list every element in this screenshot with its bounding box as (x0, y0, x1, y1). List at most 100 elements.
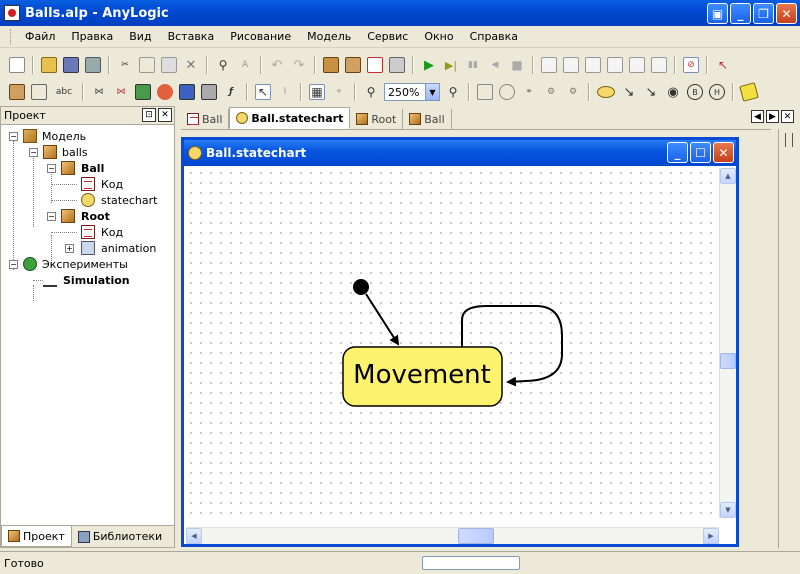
initial-pointer-icon[interactable]: ↘ (643, 84, 659, 100)
anylogic-app-icon[interactable] (4, 5, 20, 21)
tab-ball-2[interactable]: Ball (403, 109, 452, 129)
tab-project[interactable]: Проект (1, 526, 72, 547)
tab-close-icon[interactable]: ✕ (781, 110, 794, 123)
run-icon[interactable]: ▶ (421, 57, 437, 73)
editor-maximize-button[interactable]: ☐ (690, 142, 711, 163)
menu-grip[interactable] (10, 28, 13, 45)
branch-b-icon[interactable]: B (687, 84, 703, 100)
abc-text-icon[interactable]: abc (53, 84, 75, 100)
redo-icon[interactable]: ↷ (291, 57, 307, 73)
new-file-icon[interactable] (9, 57, 25, 73)
collapse-icon[interactable]: − (47, 163, 56, 173)
state-tool-icon[interactable] (477, 84, 493, 100)
chevron-down-icon[interactable]: ▼ (425, 84, 439, 100)
collapse-icon[interactable]: − (47, 211, 56, 221)
maximize-button[interactable]: ❐ (753, 3, 774, 24)
find-icon[interactable]: ⚲ (215, 57, 231, 73)
tree-item-model[interactable]: − Модель (1, 128, 171, 144)
history-tool-icon[interactable]: ⚙ (543, 84, 559, 100)
image-icon[interactable] (135, 84, 151, 100)
menu-file[interactable]: Файл (17, 28, 63, 45)
zoom-select[interactable]: 250% ▼ (384, 83, 440, 101)
cut-icon[interactable]: ✂ (117, 57, 133, 73)
help-window-button[interactable]: ▣ (707, 3, 728, 24)
scroll-right-icon[interactable]: ▶ (703, 528, 719, 544)
build-icon[interactable] (323, 57, 339, 73)
note-icon[interactable] (739, 82, 759, 102)
layers-icon[interactable] (345, 57, 361, 73)
presentation-icon[interactable] (367, 57, 383, 73)
statechart-canvas[interactable]: Movement (186, 168, 719, 518)
stop-icon[interactable]: ■ (509, 57, 525, 73)
chart-icon[interactable] (157, 84, 173, 100)
save-icon[interactable] (63, 57, 79, 73)
initial-state-dot[interactable] (353, 279, 369, 295)
document-icon-1[interactable] (541, 57, 557, 73)
tree-item-ball-statechart[interactable]: statechart (1, 192, 171, 208)
scroll-up-icon[interactable]: ▲ (720, 168, 736, 184)
tab-libraries[interactable]: Библиотеки (72, 526, 168, 547)
menu-window[interactable]: Окно (416, 28, 461, 45)
tree-item-simulation[interactable]: Simulation (1, 272, 171, 288)
tree-item-root-code[interactable]: Код (1, 224, 171, 240)
table-icon[interactable] (179, 84, 195, 100)
transition-icon[interactable]: ↘ (621, 84, 637, 100)
collapse-icon[interactable]: − (9, 259, 18, 269)
circle-tool-icon[interactable] (499, 84, 515, 100)
menu-help[interactable]: Справка (462, 28, 526, 45)
menu-insert[interactable]: Вставка (160, 28, 223, 45)
menu-draw[interactable]: Рисование (222, 28, 299, 45)
composite-tool-icon[interactable]: ⚙ (565, 84, 581, 100)
tab-ball-statechart[interactable]: Ball.statechart (229, 107, 351, 129)
editor-minimize-button[interactable]: _ (667, 142, 688, 163)
open-folder-icon[interactable] (41, 57, 57, 73)
snap-icon[interactable]: ⌖ (331, 84, 347, 100)
document-icon-6[interactable] (651, 57, 667, 73)
initial-transition-arrow[interactable] (365, 293, 400, 346)
tab-ball[interactable]: Ball (181, 109, 230, 129)
tab-prev-icon[interactable]: ◀ (751, 110, 764, 123)
history-h-icon[interactable]: H (709, 84, 725, 100)
message-icon[interactable] (31, 84, 47, 100)
tree-item-ball[interactable]: − Ball (1, 160, 171, 176)
active-object-icon[interactable] (9, 84, 25, 100)
zoom-out-icon[interactable]: ⚲ (363, 84, 379, 100)
save-all-icon[interactable] (85, 57, 101, 73)
horizontal-scroll-thumb[interactable] (458, 528, 494, 544)
scroll-left-icon[interactable]: ◀ (186, 528, 202, 544)
tree-item-balls[interactable]: − balls (1, 144, 171, 160)
port-icon[interactable]: ⋈ (91, 84, 107, 100)
paste-icon[interactable] (161, 57, 177, 73)
menu-view[interactable]: Вид (121, 28, 159, 45)
document-icon-3[interactable] (585, 57, 601, 73)
copy-icon[interactable] (139, 57, 155, 73)
step-back-icon[interactable]: ◀ (487, 57, 503, 73)
grid-toggle-icon[interactable]: ▦ (309, 84, 325, 100)
tree-item-ball-code[interactable]: Код (1, 176, 171, 192)
branch-tool-icon[interactable]: ⚭ (521, 84, 537, 100)
editor-close-button[interactable]: ✕ (713, 142, 734, 163)
close-button[interactable]: ✕ (776, 3, 797, 24)
pause-icon[interactable]: ▮▮ (465, 57, 481, 73)
right-docked-panel[interactable] (778, 129, 800, 548)
vertical-scrollbar[interactable]: ▲ ▼ (719, 168, 736, 518)
panel-close-icon[interactable]: ✕ (158, 108, 172, 122)
undo-icon[interactable]: ↶ (269, 57, 285, 73)
pan-icon[interactable]: ⌇ (277, 84, 293, 100)
delete-icon[interactable]: ✕ (183, 57, 199, 73)
toggle-document-icon[interactable]: ⊘ (683, 57, 699, 73)
panel-grip-icon[interactable] (785, 133, 793, 147)
grid-data-icon[interactable] (201, 84, 217, 100)
run-step-icon[interactable]: ▶| (443, 57, 459, 73)
tab-root[interactable]: Root (350, 109, 404, 129)
collapse-icon[interactable]: − (9, 131, 18, 141)
settings-icon[interactable] (389, 57, 405, 73)
tree-item-experiments[interactable]: − Эксперименты (1, 256, 171, 272)
menu-edit[interactable]: Правка (63, 28, 121, 45)
state-ellipse-icon[interactable] (597, 86, 615, 98)
vertical-scroll-thumb[interactable] (720, 353, 736, 369)
collapse-icon[interactable]: − (29, 147, 38, 157)
replace-icon[interactable]: A (237, 57, 253, 73)
connector-icon[interactable]: ⋈ (113, 84, 129, 100)
menu-model[interactable]: Модель (299, 28, 359, 45)
